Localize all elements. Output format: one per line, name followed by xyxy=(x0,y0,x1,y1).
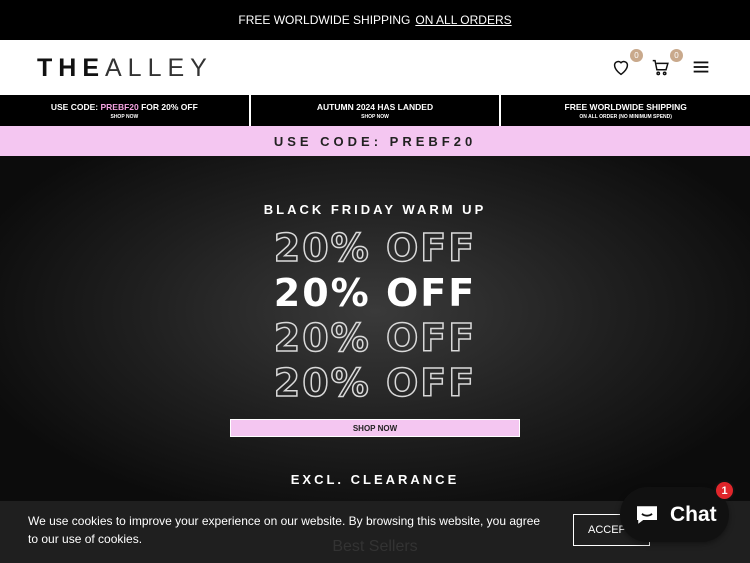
hamburger-icon xyxy=(693,61,709,73)
hero-banner[interactable]: BLACK FRIDAY WARM UP 20% OFF 20% OFF 20%… xyxy=(0,156,750,501)
promo-autumn-tile[interactable]: AUTUMN 2024 HAS LANDED SHOP NOW xyxy=(250,95,500,126)
cart-count-badge: 0 xyxy=(670,49,683,62)
heart-icon xyxy=(613,60,629,76)
promo-shipping-tile[interactable]: FREE WORLDWIDE SHIPPING ON ALL ORDER (NO… xyxy=(501,95,750,126)
chat-bubble-icon xyxy=(637,505,657,524)
promo-code-pre: USE CODE: xyxy=(50,101,99,112)
site-header: THEALLEY 0 0 xyxy=(0,40,750,95)
chat-widget-button[interactable]: Chat xyxy=(620,487,729,542)
hero-offer-outline-1: 20% OFF xyxy=(273,225,477,271)
cart-button[interactable]: 0 xyxy=(650,49,683,80)
hero-kicker: BLACK FRIDAY WARM UP xyxy=(263,202,487,217)
announcement-bar: FREE WORLDWIDE SHIPPING ON ALL ORDERS xyxy=(0,0,750,40)
site-logo[interactable]: THEALLEY xyxy=(37,54,213,83)
wishlist-button[interactable]: 0 xyxy=(610,49,643,80)
promo-code-value: PREBF20 xyxy=(100,101,139,112)
promo-autumn-title: AUTUMN 2024 HAS LANDED xyxy=(316,101,434,112)
cart-icon xyxy=(652,59,669,76)
menu-button[interactable] xyxy=(690,56,714,80)
promo-shipping-sub: ON ALL ORDER (NO MINIMUM SPEND) xyxy=(579,113,672,120)
hero-offer-solid: 20% OFF xyxy=(273,271,477,315)
wishlist-count-badge: 0 xyxy=(630,49,643,62)
promo-shipping-title: FREE WORLDWIDE SHIPPING xyxy=(564,101,687,112)
logo-bold: THE xyxy=(37,54,105,82)
promo-strip: USE CODE: PREBF20 FOR 20% OFF SHOP NOW A… xyxy=(0,95,750,126)
hero-offer-outline-3: 20% OFF xyxy=(273,360,477,406)
promo-code-sub: SHOP NOW xyxy=(110,113,139,120)
announcement-link[interactable]: ON ALL ORDERS xyxy=(415,13,511,27)
code-banner: USE CODE: PREBF20 xyxy=(0,126,750,156)
section-title: Best Sellers xyxy=(332,538,418,555)
announcement-text: FREE WORLDWIDE SHIPPING xyxy=(238,13,411,27)
chat-notification-badge: 1 xyxy=(714,480,735,501)
hero-shop-now-button[interactable]: SHOP NOW xyxy=(230,419,520,437)
promo-code-tile[interactable]: USE CODE: PREBF20 FOR 20% OFF SHOP NOW xyxy=(0,95,249,126)
hero-offer-outline-2: 20% OFF xyxy=(273,315,477,361)
hero-exclusion-note: EXCL. CLEARANCE xyxy=(290,472,460,487)
promo-code-post: FOR 20% OFF xyxy=(141,101,198,112)
promo-autumn-sub: SHOP NOW xyxy=(361,113,389,120)
chat-label: Chat xyxy=(670,502,717,526)
logo-light: ALLEY xyxy=(105,54,213,82)
